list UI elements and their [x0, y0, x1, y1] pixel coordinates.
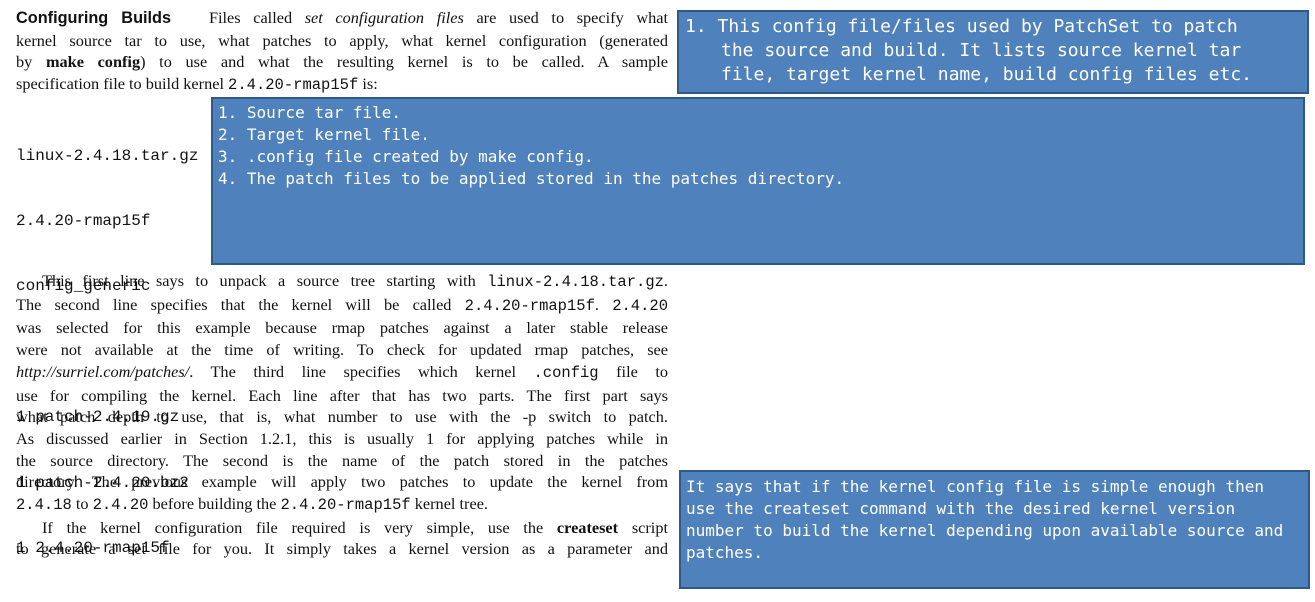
note-line: the source and build. It lists source ke…: [721, 40, 1242, 61]
body-line: to generate a set file for you. It simpl…: [16, 539, 668, 559]
body-line: The second line specifies that the kerne…: [16, 294, 668, 315]
note-line: 4. The patch files to be applied stored …: [218, 169, 845, 188]
code-line: linux-2.4.18.tar.gz: [16, 146, 199, 165]
intro-line-4: specification file to build kernel 2.4.2…: [16, 74, 378, 95]
body-text: This first line says to unpack a source …: [16, 270, 668, 560]
body-line: As discussed earlier in Section 1.2.1, t…: [16, 428, 668, 448]
intro-line-2: kernel source tar to use, what patches t…: [16, 30, 668, 50]
body-line: were not available at the time of writin…: [16, 340, 668, 360]
annotation-note-config-purpose[interactable]: 1. This config file/files used by PatchS…: [677, 10, 1309, 94]
body-line: directory. The previous example will app…: [16, 472, 668, 492]
note-line: use the createset command with the desir…: [686, 499, 1236, 518]
body-line: This first line says to unpack a source …: [42, 271, 668, 291]
note-line: 3. .config file created by make config.: [218, 147, 594, 166]
note-line: file, target kernel name, build config f…: [721, 64, 1253, 85]
intro-line-1: Configuring Builds Files called set conf…: [16, 8, 668, 27]
note-line: 2. Target kernel file.: [218, 125, 430, 144]
body-line: http://surriel.com/patches/. The third l…: [16, 361, 668, 382]
note-line: 1. This config file/files used by PatchS…: [685, 16, 1238, 37]
note-line: 1. Source tar file.: [218, 103, 402, 122]
intro-paragraph: Configuring Builds Files called set conf…: [16, 7, 668, 97]
section-heading: Configuring Builds: [16, 9, 172, 27]
url-text: http://surriel.com/patches/: [16, 361, 190, 381]
body-line: 2.4.18 to 2.4.20 before building the 2.4…: [16, 494, 488, 515]
note-line: It says that if the kernel config file i…: [686, 477, 1264, 496]
annotation-note-createset[interactable]: It says that if the kernel config file i…: [679, 470, 1310, 589]
annotation-note-config-lines[interactable]: 1. Source tar file. 2. Target kernel fil…: [211, 97, 1305, 265]
code-line: 2.4.20-rmap15f: [16, 211, 151, 230]
note-line: patches.: [686, 543, 764, 562]
note-line: number to build the kernel depending upo…: [686, 521, 1284, 540]
body-line: was selected for this example because rm…: [16, 318, 668, 338]
body-line: what patch depth to use, that is, what n…: [16, 407, 668, 427]
body-line: the source directory. The second is the …: [16, 450, 668, 470]
intro-line-3: by make config) to use and what the resu…: [16, 52, 669, 72]
body-line: If the kernel configuration file require…: [42, 517, 668, 537]
body-line: use for compiling the kernel. Each line …: [16, 385, 668, 405]
